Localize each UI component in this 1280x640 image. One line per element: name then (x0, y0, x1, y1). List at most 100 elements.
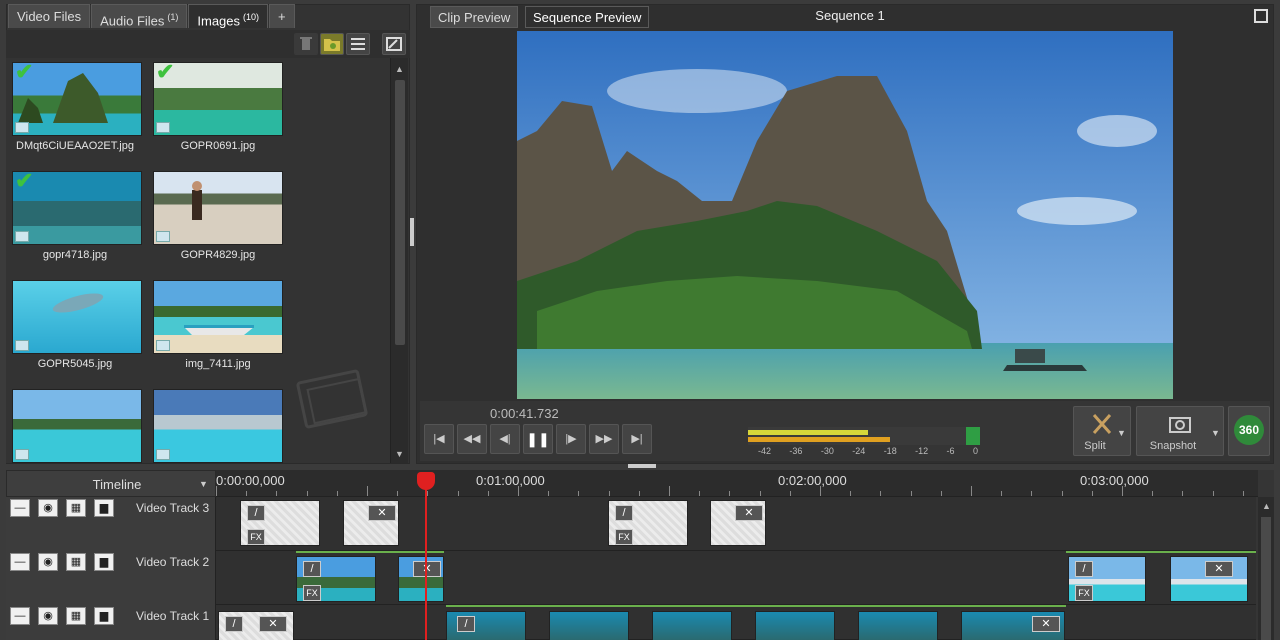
panel-splitter[interactable] (628, 464, 656, 468)
meter-tick: 0 (972, 446, 978, 456)
timeline-clip[interactable]: / FX (608, 500, 688, 546)
playhead-handle[interactable] (417, 472, 435, 490)
timeline-header: Timeline ▼ (6, 470, 216, 497)
timeline-scrollbar[interactable]: ▲ (1258, 497, 1274, 640)
folder-icon[interactable] (320, 33, 344, 55)
chevron-down-icon[interactable]: ▼ (199, 479, 208, 489)
media-thumbnail[interactable] (153, 171, 283, 245)
timeline-clip[interactable]: / ✕ (218, 611, 294, 640)
timeline-clip[interactable]: ✕ (343, 500, 399, 546)
media-thumbnail[interactable] (12, 280, 142, 354)
tab-video-files[interactable]: Video Files (8, 4, 91, 28)
timeline-clip[interactable] (652, 611, 732, 640)
list-view-icon[interactable] (346, 33, 370, 55)
playhead[interactable] (425, 472, 427, 640)
ruler-tick (336, 491, 338, 496)
minimize-icon[interactable]: — (10, 607, 30, 625)
ruler-tick (971, 486, 972, 496)
timeline-ruler[interactable]: 0:00:00,000 0:01:00,000 0:02:00,000 0:03… (216, 470, 1258, 497)
timeline-clip[interactable]: ✕ (961, 611, 1065, 640)
eye-icon[interactable]: ◉ (38, 499, 58, 517)
step-forward-button[interactable]: |▶ (556, 424, 586, 454)
meter-tick: -30 (820, 446, 834, 456)
ruler-tick (306, 491, 308, 496)
media-thumbnail[interactable] (12, 389, 142, 463)
step-back-button[interactable]: ◀| (490, 424, 520, 454)
scroll-up-icon[interactable]: ▲ (395, 64, 404, 74)
minimize-icon[interactable]: — (10, 553, 30, 571)
timeline-clip[interactable]: ✕ (398, 556, 444, 602)
minimize-icon[interactable]: — (10, 499, 30, 517)
timeline-clip[interactable] (549, 611, 629, 640)
transition-icon: / (615, 505, 633, 521)
timeline-clip[interactable] (755, 611, 835, 640)
ruler-tick (1242, 491, 1244, 496)
media-scrollbar[interactable]: ▲ ▼ (390, 58, 408, 463)
chevron-down-icon[interactable]: ▼ (1211, 428, 1220, 438)
tab-images[interactable]: Images (10) (188, 4, 269, 28)
fx-icon: FX (247, 529, 265, 545)
ruler-tick (427, 491, 429, 496)
vr-360-button[interactable]: 360 (1228, 406, 1270, 456)
media-thumbnail[interactable]: ✔ (12, 62, 142, 136)
ruler-tick (789, 491, 791, 496)
undock-icon[interactable] (382, 33, 406, 55)
tab-audio-files[interactable]: Audio Files (1) (91, 4, 188, 28)
delete-icon[interactable] (294, 33, 318, 55)
ruler-tick (1152, 491, 1154, 496)
timeline-clip[interactable]: / FX (296, 556, 376, 602)
track-level-line (296, 551, 444, 553)
next-marker-button[interactable]: ▶▶ (589, 424, 619, 454)
media-thumbnail[interactable]: ✔ (153, 62, 283, 136)
go-to-start-button[interactable]: |◀ (424, 424, 454, 454)
add-tab-button[interactable]: + (269, 4, 295, 28)
previous-marker-button[interactable]: ◀◀ (457, 424, 487, 454)
transition-icon: / (247, 505, 265, 521)
eye-icon[interactable]: ◉ (38, 607, 58, 625)
transition-icon: / (457, 616, 475, 632)
ruler-label: 0:03:00,000 (1080, 473, 1149, 488)
ruler-tick (1212, 491, 1214, 496)
timeline-clip[interactable]: ✕ (710, 500, 766, 546)
grid-icon[interactable]: ▦ (66, 607, 86, 625)
video-track-1[interactable]: — ◉ ▦ ▆ Video Track 1 / ✕ / ✕ (6, 605, 1256, 640)
eye-icon[interactable]: ◉ (38, 553, 58, 571)
check-icon: ✔ (15, 171, 34, 193)
undock-icon[interactable] (1254, 9, 1268, 23)
grid-icon[interactable]: ▦ (66, 553, 86, 571)
video-track-3[interactable]: — ◉ ▦ ▆ Video Track 3 / FX ✕ / FX ✕ (6, 497, 1256, 551)
timeline-clip[interactable]: / FX (240, 500, 320, 546)
grid-icon[interactable]: ▦ (66, 499, 86, 517)
timeline-clip[interactable]: / (446, 611, 526, 640)
timeline-clip[interactable]: ✕ (1170, 556, 1248, 602)
media-tabs: Video Files Audio Files (1) Images (10) + (8, 4, 296, 30)
chevron-down-icon[interactable]: ▼ (1117, 428, 1126, 438)
media-thumbnail[interactable]: ✔ (12, 171, 142, 245)
tab-sequence-preview[interactable]: Sequence Preview (525, 6, 650, 28)
lock-icon[interactable]: ▆ (94, 607, 114, 625)
pause-button[interactable]: ❚❚ (523, 424, 553, 454)
ruler-tick (759, 491, 761, 496)
media-thumbnail[interactable] (153, 389, 283, 463)
ruler-label: 0:02:00,000 (778, 473, 847, 488)
scroll-thumb[interactable] (1261, 517, 1271, 640)
cross-transition-icon: ✕ (1205, 561, 1233, 577)
scroll-thumb[interactable] (395, 80, 405, 345)
ruler-tick (487, 491, 489, 496)
lock-icon[interactable]: ▆ (94, 499, 114, 517)
scroll-up-icon[interactable]: ▲ (1262, 501, 1271, 511)
cross-transition-icon: ✕ (368, 505, 396, 521)
timeline-clip[interactable]: / FX (1068, 556, 1146, 602)
lock-icon[interactable]: ▆ (94, 553, 114, 571)
ruler-tick (699, 491, 701, 496)
tab-clip-preview[interactable]: Clip Preview (430, 6, 519, 28)
scroll-down-icon[interactable]: ▼ (395, 449, 404, 459)
track-name: Video Track 1 (136, 609, 210, 623)
tab-label: Video Files (17, 9, 82, 24)
media-thumbnail[interactable] (153, 280, 283, 354)
panel-splitter[interactable] (410, 218, 414, 246)
go-to-end-button[interactable]: ▶| (622, 424, 652, 454)
video-track-2[interactable]: — ◉ ▦ ▆ Video Track 2 / FX ✕ / FX ✕ (6, 551, 1256, 605)
meter-clip-indicator (966, 427, 980, 445)
timeline-clip[interactable] (858, 611, 938, 640)
